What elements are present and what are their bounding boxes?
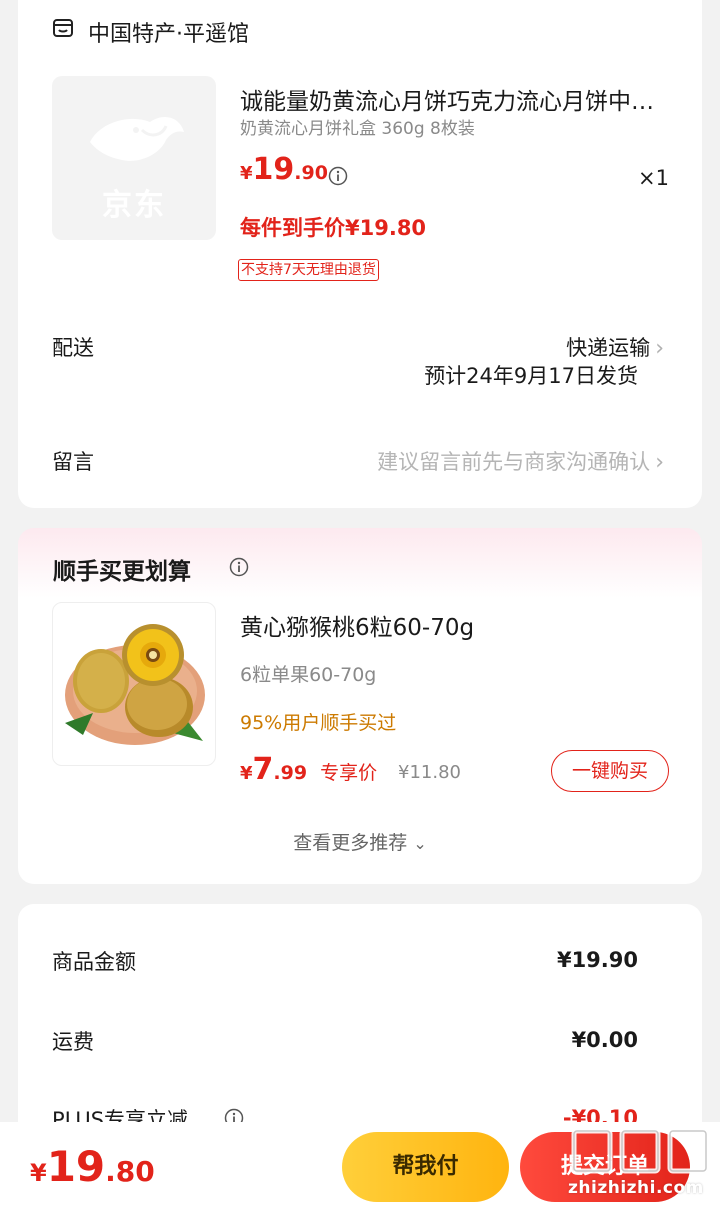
delivery-method-row[interactable]: 快递运输 ›	[418, 332, 664, 362]
kiwi-thumbnail[interactable]	[52, 602, 216, 766]
shipping-label: 运费	[52, 1030, 94, 1054]
chevron-right-icon: ›	[655, 450, 664, 475]
help-me-pay-button[interactable]: 帮我付	[342, 1132, 509, 1202]
original-price: ¥11.80	[398, 762, 461, 783]
message-label: 留言	[52, 450, 94, 474]
delivery-method: 快递运输	[566, 336, 651, 360]
one-click-buy-button[interactable]: 一键购买	[551, 750, 669, 792]
exclusive-price-label: 专享价	[320, 762, 378, 784]
store-icon	[51, 16, 75, 40]
total-price: ¥19.80	[30, 1142, 155, 1191]
price-currency: ¥	[240, 163, 253, 184]
product-price: ¥19.90	[240, 152, 328, 187]
price-integer: 7	[252, 752, 274, 787]
goods-amount-value: ¥19.90	[556, 948, 638, 972]
shipping-value: ¥0.00	[571, 1028, 638, 1052]
kiwi-image	[65, 624, 205, 745]
chevron-right-icon: ›	[655, 336, 664, 361]
recommend-social-proof: 95%用户顺手买过	[240, 712, 397, 734]
watermark-text: zhizhizhi.com	[568, 1178, 704, 1198]
price-decimal: .99	[273, 762, 308, 784]
jd-dog-icon	[90, 117, 184, 161]
delivery-eta: 预计24年9月17日发货	[424, 364, 638, 388]
price-decimal: .90	[294, 162, 328, 184]
no-return-tag: 不支持7天无理由退货	[238, 259, 379, 281]
recommend-card: 顺手买更划算 黄心猕猴桃6粒60-70g 6粒单果60-70g 95%用户顺手买…	[18, 528, 702, 884]
delivery-label: 配送	[52, 336, 94, 360]
info-icon[interactable]	[229, 557, 249, 577]
product-spec: 奶黄流心月饼礼盒 360g 8枚装	[240, 119, 475, 139]
product-title[interactable]: 诚能量奶黄流心月饼巧克力流心月饼中秋节月饼礼盒	[240, 82, 670, 116]
see-more-label: 查看更多推荐	[293, 832, 408, 854]
shop-name[interactable]: 中国特产·平遥馆	[88, 16, 249, 48]
message-input-row[interactable]: 建议留言前先与商家沟通确认 ›	[278, 446, 664, 476]
total-currency: ¥	[30, 1159, 47, 1187]
recommend-title: 顺手买更划算	[53, 559, 191, 585]
jd-logo-text: 京东	[102, 188, 166, 223]
chevron-down-icon: ⌄	[413, 834, 427, 853]
final-unit-price: 每件到手价¥19.80	[240, 216, 427, 240]
price-integer: 19	[252, 152, 295, 187]
order-item-card: 中国特产·平遥馆 京东 诚能量奶黄流心月饼巧克力流心月饼中秋节月饼礼盒 奶黄流心…	[18, 0, 702, 508]
see-more-recommendations[interactable]: 查看更多推荐 ⌄	[18, 828, 702, 855]
price-currency: ¥	[240, 763, 253, 784]
goods-amount-label: 商品金额	[52, 950, 136, 974]
product-thumbnail[interactable]: 京东	[52, 76, 216, 240]
message-placeholder: 建议留言前先与商家沟通确认	[377, 450, 651, 474]
recommend-price: ¥7.99 专享价	[240, 752, 377, 787]
total-decimal: .80	[105, 1155, 155, 1188]
recommend-item-title[interactable]: 黄心猕猴桃6粒60-70g	[240, 608, 474, 642]
product-quantity: ×1	[638, 166, 669, 190]
total-integer: 19	[46, 1142, 106, 1191]
info-icon[interactable]	[328, 166, 348, 186]
recommend-item-spec: 6粒单果60-70g	[240, 664, 377, 686]
